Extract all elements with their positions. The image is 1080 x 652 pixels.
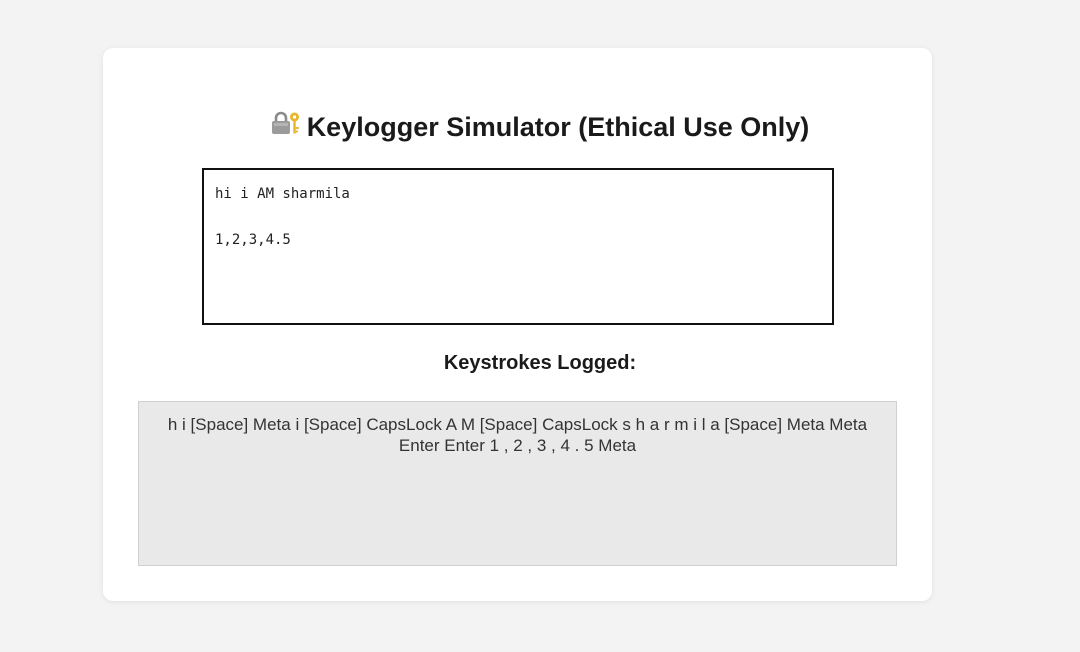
lock-with-key-icon: [271, 109, 301, 143]
keystrokes-log: h i [Space] Meta i [Space] CapsLock A M …: [138, 401, 897, 566]
keystrokes-heading: Keystrokes Logged:: [443, 352, 637, 374]
typing-textarea[interactable]: [202, 168, 834, 325]
page-title: Keylogger Simulator (Ethical Use Only): [0, 110, 1080, 146]
page-title-text: Keylogger Simulator (Ethical Use Only): [306, 112, 810, 142]
